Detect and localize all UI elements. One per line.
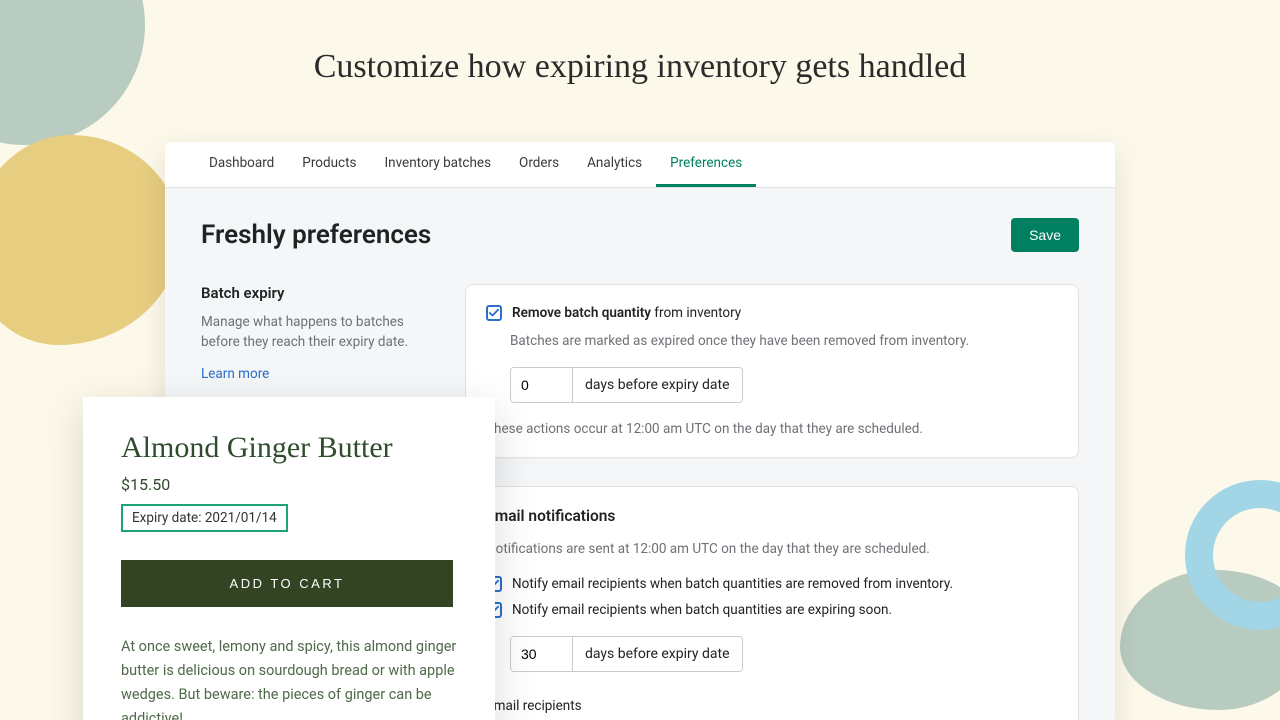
tab-orders[interactable]: Orders <box>505 142 573 187</box>
email-notifications-card: Email notifications Notifications are se… <box>465 486 1079 720</box>
batch-days-input[interactable] <box>511 368 573 402</box>
tab-inventory-batches[interactable]: Inventory batches <box>370 142 505 187</box>
learn-more-link[interactable]: Learn more <box>201 366 269 382</box>
add-to-cart-button[interactable]: ADD TO CART <box>121 560 453 607</box>
product-price: $15.50 <box>121 475 457 494</box>
tab-preferences[interactable]: Preferences <box>656 142 756 187</box>
remove-batch-checkbox[interactable] <box>486 305 502 321</box>
batch-days-input-group: days before expiry date <box>510 367 743 403</box>
email-recipients-label: Email recipients <box>486 698 1058 714</box>
product-card: Almond Ginger Butter $15.50 Expiry date:… <box>83 397 495 720</box>
tab-products[interactable]: Products <box>288 142 370 187</box>
product-expiry-badge: Expiry date: 2021/01/14 <box>121 504 288 532</box>
remove-batch-sub: Batches are marked as expired once they … <box>510 331 1058 351</box>
product-description: At once sweet, lemony and spicy, this al… <box>121 635 457 720</box>
batch-expiry-card: Remove batch quantity from inventory Bat… <box>465 284 1079 458</box>
tab-dashboard[interactable]: Dashboard <box>195 142 288 187</box>
remove-batch-label: Remove batch quantity from inventory <box>512 305 741 321</box>
tab-bar: Dashboard Products Inventory batches Ord… <box>165 142 1115 188</box>
notify-expiring-label: Notify email recipients when batch quant… <box>512 602 892 618</box>
section-heading-batch-expiry: Batch expiry <box>201 284 437 302</box>
section-desc-batch-expiry: Manage what happens to batches before th… <box>201 312 437 353</box>
email-days-suffix: days before expiry date <box>573 637 742 671</box>
email-days-input-group: days before expiry date <box>510 636 743 672</box>
batch-days-suffix: days before expiry date <box>573 368 742 402</box>
save-button[interactable]: Save <box>1011 218 1079 252</box>
hero-title: Customize how expiring inventory gets ha… <box>0 48 1280 86</box>
notify-removed-label: Notify email recipients when batch quant… <box>512 576 953 592</box>
email-desc: Notifications are sent at 12:00 am UTC o… <box>486 539 1058 559</box>
product-title: Almond Ginger Butter <box>121 431 457 465</box>
batch-schedule-note: These actions occur at 12:00 am UTC on t… <box>486 421 1058 437</box>
page-title: Freshly preferences <box>201 220 431 250</box>
check-icon <box>489 308 499 318</box>
email-days-input[interactable] <box>511 637 573 671</box>
email-heading: Email notifications <box>486 507 1058 525</box>
tab-analytics[interactable]: Analytics <box>573 142 656 187</box>
decorative-blob <box>0 135 180 345</box>
